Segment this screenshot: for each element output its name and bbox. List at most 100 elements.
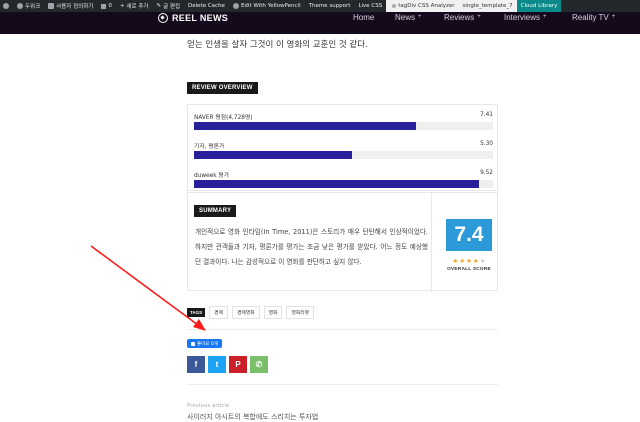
comments-link[interactable]: 0: [97, 0, 116, 12]
empty-star-icon: ★: [479, 257, 486, 265]
cloud-library-button[interactable]: Cloud Library: [516, 0, 562, 12]
tag-link[interactable]: 영화: [263, 306, 283, 319]
overall-score-label: OVERALL SCORE: [447, 267, 491, 272]
nav-reviews-label: Reviews: [444, 12, 475, 22]
logo-icon: [158, 13, 168, 23]
twitter-share-button[interactable]: t: [208, 356, 226, 373]
score-bar-fill: [194, 122, 416, 130]
facebook-icon: f: [194, 360, 198, 369]
nav-home-label: Home: [353, 12, 375, 22]
wp-admin-bar: 두위크 사용자 정의하기 0 + 새로 추가 ✎ 글 편집 Delete Cache…: [0, 0, 640, 12]
star-icon: ★: [466, 257, 472, 265]
yellowpencil-link[interactable]: Edit With YellowPencil: [229, 0, 305, 12]
star-icon: ★: [459, 257, 466, 265]
like-label: 좋아요 0개: [197, 341, 218, 347]
live-css-link[interactable]: Live CSS: [354, 0, 386, 12]
tag-link[interactable]: 영화리뷰: [286, 306, 315, 319]
site-name-label: 두위크: [25, 4, 41, 10]
score-bar-fill: [194, 151, 353, 159]
whatsapp-share-button[interactable]: ✆: [250, 356, 268, 373]
score-bar: [194, 180, 493, 188]
site-name-link[interactable]: 두위크: [13, 0, 44, 12]
tagdiv-analyzer-link[interactable]: tagDiv CSS Analyzer: [386, 0, 459, 12]
plus-icon: +: [119, 3, 125, 9]
pinterest-share-button[interactable]: P: [229, 356, 247, 373]
theme-support-link[interactable]: Theme support: [305, 0, 355, 12]
nav-reviews-plus-icon: +: [477, 14, 481, 20]
score-value: 9.52: [480, 170, 493, 176]
template-link[interactable]: single_template_7: [458, 0, 517, 12]
delete-cache-link[interactable]: Delete Cache: [184, 0, 229, 12]
yellowpencil-label: Edit With YellowPencil: [240, 3, 301, 9]
site-logo[interactable]: REEL NEWS: [158, 12, 228, 24]
nav-reality-tv-label: Reality TV: [572, 12, 609, 22]
nav-interviews[interactable]: Interviews +: [504, 12, 547, 22]
pencil-icon: ✎: [156, 3, 162, 9]
customize-link[interactable]: 사용자 정의하기: [44, 0, 97, 12]
score-value: 5.30: [480, 141, 493, 147]
divider: [187, 329, 498, 330]
nav-interviews-label: Interviews: [504, 12, 541, 22]
score-bar: [194, 122, 493, 130]
score-label: 기자, 평론가: [194, 144, 225, 150]
nav-reality-tv-plus-icon: +: [611, 14, 616, 20]
brush-icon: [48, 3, 55, 9]
theme-support-label: Theme support: [308, 3, 351, 9]
nav-news-plus-icon: +: [418, 14, 422, 20]
review-summary-box: SUMMARY 개인적으로 영화 인타임(In Time, 2011)은 스토리…: [187, 192, 498, 292]
new-label: 새로 추가: [126, 4, 149, 10]
star-icon: ★: [452, 257, 459, 265]
home-icon: [17, 3, 23, 9]
comment-icon: [101, 3, 107, 9]
star-rating: ★ ★ ★ ★ ★: [446, 257, 492, 265]
previous-article-label: Previous article: [187, 403, 230, 409]
customize-label: 사용자 정의하기: [56, 4, 94, 10]
review-overview-title: REVIEW OVERVIEW: [187, 82, 258, 94]
template-label: single_template_7: [462, 3, 513, 9]
yellowpencil-icon: [232, 3, 239, 9]
score-bar-fill: [194, 180, 479, 188]
new-content-link[interactable]: + 새로 추가: [116, 0, 153, 12]
edit-post-link[interactable]: ✎ 글 편집: [152, 0, 184, 12]
facebook-like-button[interactable]: 좋아요 0개: [187, 339, 222, 348]
nav-interviews-plus-icon: +: [543, 14, 547, 20]
cloud-library-label: Cloud Library: [520, 3, 558, 9]
facebook-share-button[interactable]: f: [187, 356, 205, 373]
summary-divider: [431, 193, 432, 292]
wordpress-menu[interactable]: [0, 0, 13, 12]
article-intro-text: 얻는 인생을 살자 그것이 이 영화의 교훈인 것 같다.: [187, 40, 368, 50]
nav-news[interactable]: News +: [395, 12, 422, 22]
arrow-line: [90, 245, 199, 326]
delete-cache-label: Delete Cache: [188, 3, 225, 9]
review-overview-box: NAVER 평점(4,728명) 7.41 기자, 평론가 5.30 duwee…: [187, 104, 498, 191]
logo-text: REEL NEWS: [172, 13, 229, 23]
tags-list: TAGS 경제 경제영화 영화 영화리뷰: [187, 306, 315, 319]
thumbs-up-icon: [191, 341, 195, 346]
nav-reality-tv[interactable]: Reality TV +: [572, 12, 615, 22]
edit-post-label: 글 편집: [163, 4, 181, 10]
analyzer-icon: [392, 4, 397, 8]
nav-news-label: News: [395, 12, 416, 22]
score-label: NAVER 평점(4,728명): [194, 115, 253, 121]
score-bar: [194, 151, 493, 159]
tag-link[interactable]: 경제: [209, 306, 228, 319]
overall-score-tile: 7.4: [446, 219, 492, 251]
whatsapp-icon: ✆: [255, 360, 263, 369]
score-label: duweek 평가: [194, 173, 230, 179]
summary-text: 개인적으로 영화 인타임(In Time, 2011)은 스토리가 매우 탄탄해…: [195, 228, 428, 266]
summary-title: SUMMARY: [194, 205, 237, 217]
tag-link[interactable]: 경제영화: [232, 306, 260, 319]
comments-count: 0: [108, 3, 112, 9]
site-header: REEL NEWS Home News + Reviews + Interviews…: [0, 12, 640, 34]
score-value: 7.41: [480, 112, 493, 118]
twitter-icon: t: [215, 360, 219, 369]
live-css-label: Live CSS: [358, 3, 383, 9]
previous-article-link[interactable]: 사이러지 아시트의 복합에도 스리치는 투자법: [187, 412, 318, 422]
tags-label: TAGS: [187, 308, 206, 317]
tagdiv-analyzer-label: tagDiv CSS Analyzer: [398, 3, 455, 9]
half-star-icon: ★: [472, 257, 479, 265]
nav-reviews[interactable]: Reviews +: [444, 12, 481, 22]
wordpress-icon: [3, 3, 9, 9]
nav-home[interactable]: Home: [353, 12, 374, 22]
divider: [187, 384, 498, 385]
